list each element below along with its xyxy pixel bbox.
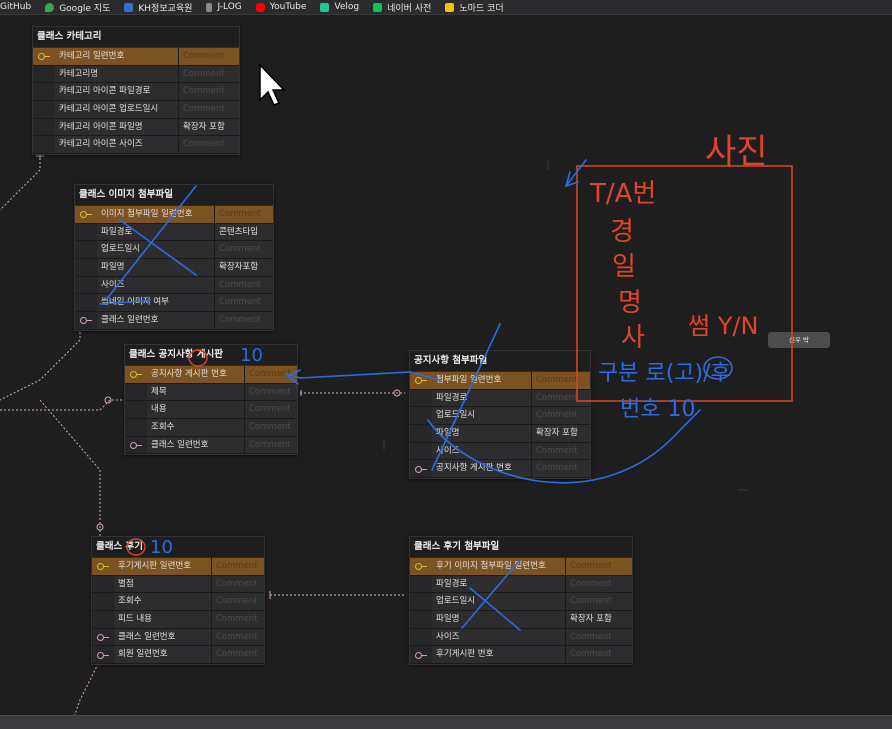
table-row[interactable]: 피드 내용 Comment: [92, 611, 264, 629]
primary-key-icon: [38, 53, 50, 61]
table-row[interactable]: 사이즈 Comment: [75, 276, 273, 295]
table-row[interactable]: 조회수 Comment: [92, 593, 264, 612]
primary-key-icon: [415, 377, 427, 385]
table-row[interactable]: 카테고리 아이콘 파일명 확장자 포함: [33, 118, 239, 137]
foreign-key-icon: [97, 651, 109, 659]
table-row[interactable]: 파일명 확장자 포함: [410, 611, 632, 629]
relation-line-left-2: [0, 399, 125, 411]
table-class-image-file[interactable]: 클래스 이미지 첨부파일 이미지 첨부파일 일련번호 Comment 파일경로 콘텐…: [74, 184, 274, 331]
table-review-file[interactable]: 클래스 후기 첨부파일 후기 이미지 첨부파일 일련번호 Comment 파일경로…: [409, 536, 633, 666]
table-row[interactable]: 파일경로 콘텐츠타입: [75, 223, 273, 242]
table-row[interactable]: 카테고리 아이콘 사이즈 Comment: [33, 136, 239, 155]
table-row[interactable]: 후기게시판 번호 Comment: [410, 646, 632, 665]
table-notice-file[interactable]: 공지사항 첨부파일 첨부파일 일련번호 Comment 파일경로 Comment 업…: [409, 350, 591, 480]
foreign-key-icon: [130, 442, 142, 450]
relation-line-review: [39, 399, 101, 540]
table-row[interactable]: 파일명 확장자 포함: [410, 425, 590, 443]
table-row[interactable]: 회원 일련번호 Comment: [92, 646, 264, 665]
table-title: 클래스 공지사항 게시판: [125, 345, 297, 366]
table-row[interactable]: 별점 Comment: [92, 575, 264, 594]
table-row[interactable]: 공지사항 게시판 번호 Comment: [125, 366, 297, 384]
table-row[interactable]: 사이즈 Comment: [410, 628, 632, 647]
table-title: 클래스 후기 첨부파일: [410, 537, 632, 558]
table-row[interactable]: 사이즈 Comment: [410, 442, 590, 461]
table-row[interactable]: 파일경로 Comment: [410, 389, 590, 408]
primary-key-icon: [415, 563, 427, 571]
table-row[interactable]: 카테고리명 Comment: [33, 65, 239, 84]
table-row[interactable]: 카테고리 일련번호 Comment: [33, 48, 239, 66]
foreign-key-icon: [415, 651, 427, 659]
table-row[interactable]: 후기게시판 일련번호 Comment: [92, 558, 264, 576]
table-row[interactable]: 업로드일시 Comment: [410, 407, 590, 426]
table-row[interactable]: 썸네일 이미지 여부 Comment: [75, 294, 273, 313]
table-row[interactable]: 조회수 Comment: [125, 419, 297, 437]
horizontal-scrollbar[interactable]: [0, 715, 892, 729]
table-row[interactable]: 파일명 확장자포함: [75, 259, 273, 277]
table-row[interactable]: 이미지 첨부파일 일련번호 Comment: [75, 206, 273, 224]
table-title: 클래스 후기: [92, 537, 264, 558]
table-row[interactable]: 업로드일시 Comment: [75, 241, 273, 260]
table-row[interactable]: 제목 Comment: [125, 383, 297, 402]
foreign-key-icon: [80, 317, 92, 325]
table-title: 클래스 카테고리: [33, 27, 239, 48]
table-row[interactable]: 파일경로 Comment: [410, 575, 632, 594]
table-row[interactable]: 카테고리 아이콘 파일경로 Comment: [33, 83, 239, 102]
primary-key-icon: [130, 371, 142, 379]
primary-key-icon: [80, 211, 92, 219]
table-class-review[interactable]: 클래스 후기 후기게시판 일련번호 Comment 별점 Comment 조회수 Co…: [91, 536, 265, 666]
table-row[interactable]: 공지사항 게시판 번호 Comment: [410, 460, 590, 479]
table-row[interactable]: 내용 Comment: [125, 401, 297, 420]
table-row[interactable]: 카테고리 아이콘 업로드일시 Comment: [33, 101, 239, 119]
relation-line-left-1: [0, 320, 81, 401]
table-row[interactable]: 클래스 일련번호 Comment: [75, 312, 273, 330]
table-title: 클래스 이미지 첨부파일: [75, 185, 273, 206]
table-title: 공지사항 첨부파일: [410, 351, 590, 372]
primary-key-icon: [97, 563, 109, 571]
foreign-key-icon: [415, 465, 427, 473]
table-row[interactable]: 업로드일시 Comment: [410, 593, 632, 612]
table-row[interactable]: 첨부파일 일련번호 Comment: [410, 372, 590, 390]
table-row[interactable]: 후기 이미지 첨부파일 일련번호 Comment: [410, 558, 632, 576]
user-name-tooltip: 신우 박: [768, 332, 830, 348]
table-row[interactable]: 클래스 일련번호 Comment: [125, 436, 297, 455]
foreign-key-icon: [97, 634, 109, 642]
table-row[interactable]: 클래스 일련번호 Comment: [92, 628, 264, 647]
table-class-notice-board[interactable]: 클래스 공지사항 게시판 공지사항 게시판 번호 Comment 제목 Commen…: [124, 344, 298, 456]
relation-line-category: [0, 150, 41, 211]
table-class-category[interactable]: 클래스 카테고리 카테고리 일련번호 Comment 카테고리명 Comment 카…: [32, 26, 240, 156]
